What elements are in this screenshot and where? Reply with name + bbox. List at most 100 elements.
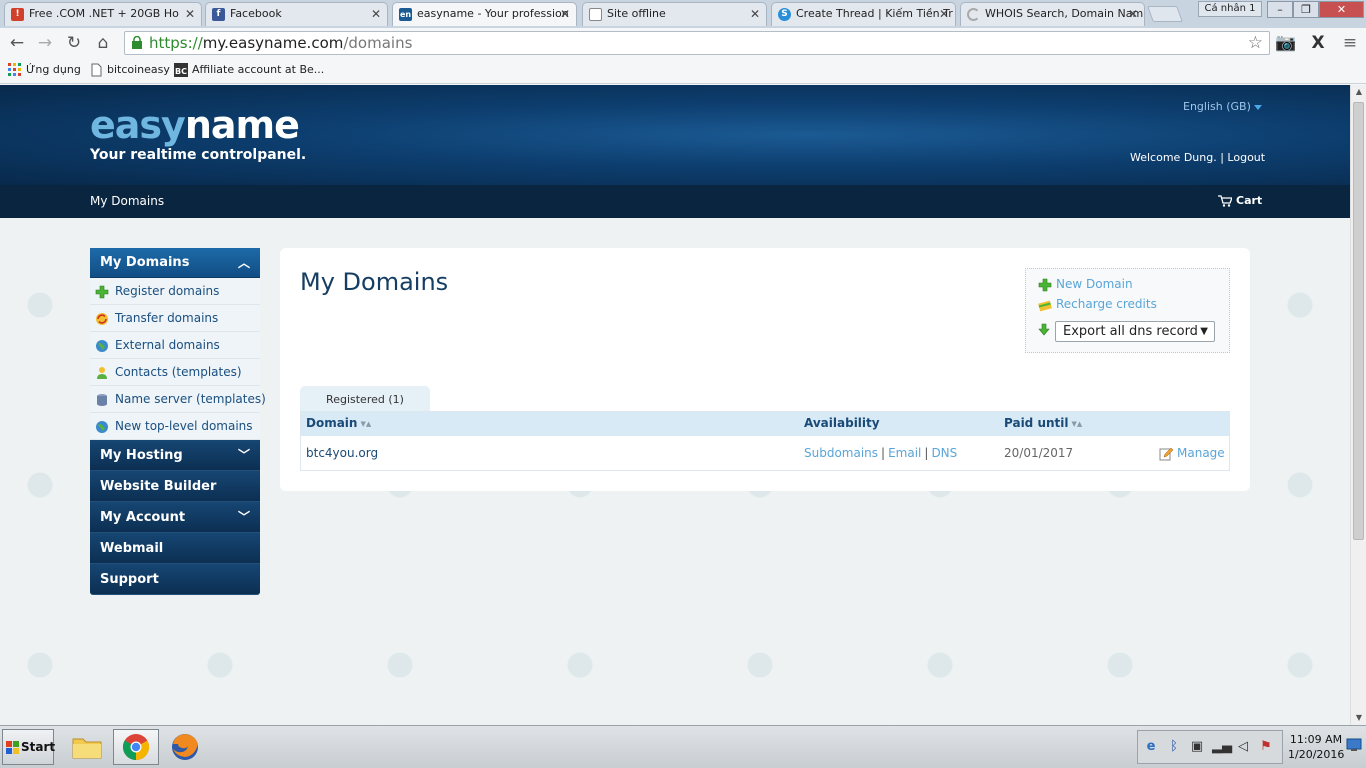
tab-title: Site offline — [607, 7, 666, 20]
profile-button[interactable]: Cá nhân 1 — [1198, 1, 1262, 17]
email-link[interactable]: Email — [888, 446, 921, 460]
dns-link[interactable]: DNS — [931, 446, 957, 460]
url-scheme: https:// — [149, 34, 203, 52]
tab-free-com[interactable]: ! Free .COM .NET + 20GB Ho ✕ — [4, 2, 202, 26]
new-domain-link[interactable]: New Domain — [1038, 277, 1133, 292]
firefox-icon — [172, 734, 198, 760]
tab-create-thread[interactable]: S Create Thread | Kiếm Tiền Tr ✕ — [771, 2, 956, 26]
credit-card-icon — [1038, 300, 1052, 312]
sidebar-section-my-domains[interactable]: My Domains ︿ — [90, 248, 260, 278]
camera-icon[interactable]: 📷 — [1275, 33, 1297, 53]
taskbar-firefox[interactable] — [162, 729, 208, 765]
extension-x-icon[interactable]: X — [1307, 33, 1329, 53]
contact-icon — [97, 367, 107, 379]
breadcrumb-my-domains[interactable]: My Domains — [90, 194, 164, 208]
sidebar-item-external-domains[interactable]: External domains — [90, 332, 260, 359]
windows-logo-icon — [6, 741, 19, 754]
tab-close-icon[interactable]: ✕ — [185, 3, 195, 25]
sort-icon[interactable]: ▼▲ — [1072, 420, 1083, 428]
domain-link[interactable]: btc4you.org — [306, 446, 378, 460]
system-tray: e ᛒ ▣ ▂▄ ◁ ⚑ — [1137, 730, 1283, 764]
clipboard-icon[interactable]: ▣ — [1189, 739, 1205, 755]
sidebar-section-website-builder[interactable]: Website Builder — [90, 471, 260, 502]
back-arrow-icon[interactable]: ← — [6, 32, 28, 54]
scroll-up-icon[interactable]: ▲ — [1351, 85, 1366, 99]
tab-registered[interactable]: Registered (1) — [300, 386, 430, 411]
column-paid-until[interactable]: Paid until ▼▲ — [1004, 416, 1082, 430]
start-button[interactable]: Start — [2, 729, 55, 765]
tab-close-icon[interactable]: ✕ — [560, 3, 570, 25]
welcome-area: Welcome Dung. | Logout — [1130, 151, 1266, 164]
scroll-thumb[interactable] — [1353, 102, 1364, 540]
sidebar-section-webmail[interactable]: Webmail — [90, 533, 260, 564]
sidebar-item-register-domains[interactable]: Register domains — [90, 278, 260, 305]
cart-link[interactable]: Cart — [1218, 194, 1262, 207]
tab-close-icon[interactable]: ✕ — [371, 3, 381, 25]
sidebar-item-transfer-domains[interactable]: Transfer domains — [90, 305, 260, 332]
restore-button[interactable]: ❐ — [1293, 1, 1319, 18]
tab-favicon-icon: ! — [11, 8, 24, 21]
forward-arrow-icon[interactable]: → — [34, 32, 56, 54]
sidebar-section-my-account[interactable]: My Account ﹀ — [90, 502, 260, 533]
export-dns-select[interactable]: Export all dns records ▼ — [1055, 321, 1215, 342]
domains-table: Domain ▼▲ Availability Paid until ▼▲ btc4y… — [300, 411, 1230, 471]
sidebar-section-my-hosting[interactable]: My Hosting ﹀ — [90, 440, 260, 471]
address-bar[interactable]: https://my.easyname.com/domains ☆ — [124, 31, 1270, 55]
main-panel: My Domains New Domain Recharge credits E… — [280, 248, 1250, 491]
easyname-favicon-icon: en — [399, 8, 412, 21]
logout-link[interactable]: Logout — [1227, 151, 1265, 164]
sort-icon[interactable]: ▼▲ — [360, 420, 371, 428]
column-domain[interactable]: Domain ▼▲ — [306, 416, 371, 430]
volume-icon[interactable]: ◁ — [1235, 739, 1251, 755]
language-selector[interactable]: English (GB) — [1183, 100, 1262, 113]
page-title: My Domains — [300, 268, 449, 296]
tagline: Your realtime controlpanel. — [90, 147, 307, 163]
apps-grid-icon — [8, 63, 21, 76]
home-icon[interactable]: ⌂ — [92, 32, 114, 54]
tab-title: Free .COM .NET + 20GB Ho — [29, 7, 179, 20]
clock[interactable]: 11:09 AM 1/20/2016 — [1288, 732, 1344, 762]
tab-site-offline[interactable]: Site offline ✕ — [582, 2, 767, 26]
taskbar-explorer[interactable] — [64, 729, 110, 765]
new-tab-button[interactable] — [1147, 6, 1183, 22]
bookmark-star-icon[interactable]: ☆ — [1248, 32, 1263, 54]
subdomains-link[interactable]: Subdomains — [804, 446, 878, 460]
tab-facebook[interactable]: f Facebook ✕ — [205, 2, 388, 26]
reload-icon[interactable]: ↻ — [63, 32, 85, 54]
tab-close-icon[interactable]: ✕ — [1128, 3, 1138, 25]
easyname-logo[interactable]: easyname — [90, 103, 300, 147]
taskbar-chrome[interactable] — [113, 729, 159, 765]
dropdown-arrow-icon: ▼ — [1197, 322, 1208, 341]
show-desktop-icon[interactable] — [1346, 738, 1362, 752]
minimize-button[interactable]: – — [1267, 1, 1293, 18]
scroll-down-icon[interactable]: ▼ — [1351, 711, 1366, 725]
table-row: btc4you.org Subdomains | Email | DNS 20/01/2… — [301, 436, 1229, 471]
tab-close-icon[interactable]: ✕ — [750, 3, 760, 25]
cart-icon — [1218, 195, 1232, 207]
bookmark-bitcoineasy[interactable]: bitcoineasy — [89, 63, 170, 77]
manage-link[interactable]: Manage — [1159, 446, 1350, 461]
url-path: /domains — [343, 34, 413, 52]
tab-title: WHOIS Search, Domain Nam — [985, 7, 1144, 20]
sidebar-item-name-server[interactable]: Name server (templates) — [90, 386, 266, 413]
tab-whois[interactable]: WHOIS Search, Domain Nam ✕ — [960, 2, 1145, 26]
bookmark-affiliate[interactable]: BC Affiliate account at Be... — [174, 63, 324, 77]
vertical-scrollbar[interactable]: ▲ ▼ — [1350, 85, 1366, 725]
tab-easyname[interactable]: en easyname - Your profession ✕ — [392, 2, 577, 26]
tab-close-icon[interactable]: ✕ — [939, 3, 949, 25]
plus-icon — [1038, 278, 1052, 292]
window-close-button[interactable]: ✕ — [1319, 1, 1364, 18]
ie-icon[interactable]: e — [1143, 739, 1159, 755]
url-host: my.easyname.com — [202, 34, 344, 52]
sidebar-section-support[interactable]: Support — [90, 564, 260, 595]
menu-icon[interactable]: ≡ — [1339, 33, 1361, 53]
bookmark-apps[interactable]: Ứng dụng — [8, 63, 81, 77]
network-icon[interactable]: ▂▄ — [1212, 739, 1232, 755]
sidebar-item-contacts[interactable]: Contacts (templates) — [90, 359, 260, 386]
recharge-credits-link[interactable]: Recharge credits — [1038, 297, 1157, 312]
bc-logo-icon: BC — [174, 63, 188, 77]
sidebar-item-new-tld[interactable]: New top-level domains — [90, 413, 260, 440]
paid-until-date: 20/01/2017 — [1004, 446, 1074, 460]
action-center-icon[interactable]: ⚑ — [1258, 739, 1274, 755]
bluetooth-icon[interactable]: ᛒ — [1166, 739, 1182, 755]
